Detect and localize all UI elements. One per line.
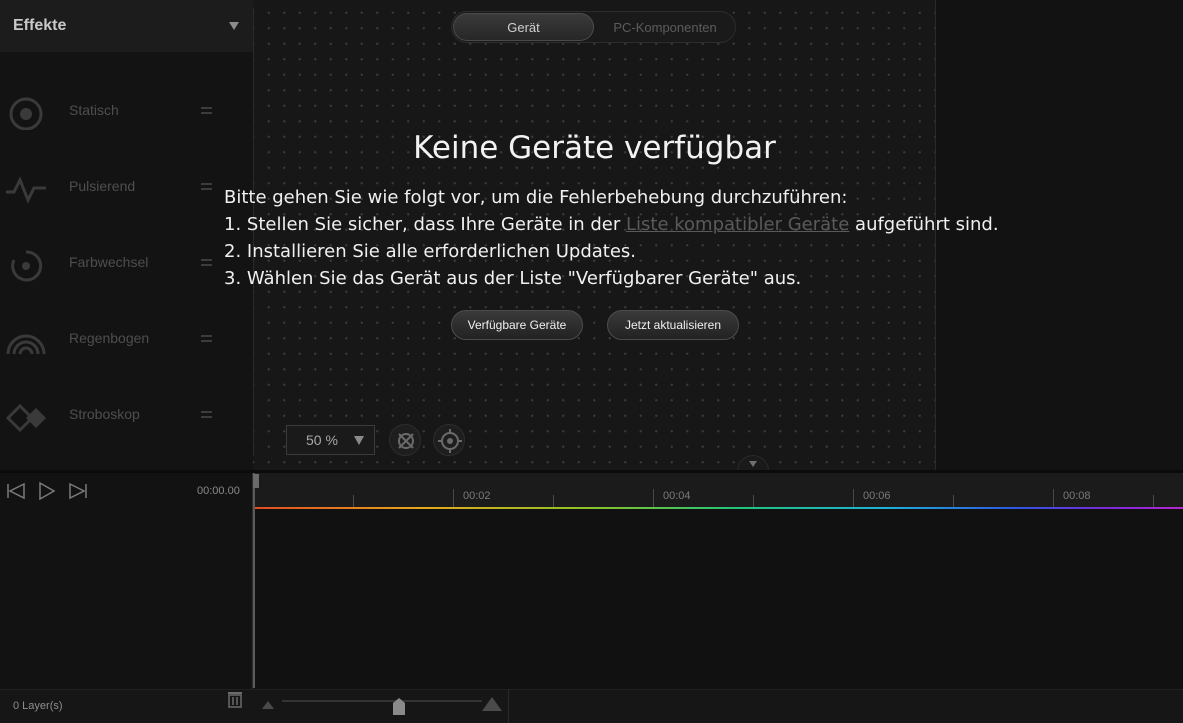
ruler-tick bbox=[953, 495, 954, 507]
tab-device[interactable]: Gerät bbox=[453, 13, 594, 41]
divider bbox=[508, 689, 509, 723]
effects-header[interactable]: Effekte bbox=[0, 0, 253, 52]
ruler-label: 00:02 bbox=[463, 490, 491, 502]
static-icon bbox=[9, 97, 43, 130]
timecode: 00:00.00 bbox=[197, 485, 240, 497]
compatible-devices-link[interactable]: Liste kompatibler Geräte bbox=[626, 214, 849, 235]
play-icon[interactable] bbox=[36, 480, 58, 502]
drag-handle-icon[interactable] bbox=[201, 106, 212, 114]
ruler-tick bbox=[853, 489, 854, 507]
instructions-step-2: 2. Installieren Sie alle erforderlichen … bbox=[224, 241, 637, 262]
zoom-select[interactable]: 50 % bbox=[286, 425, 375, 455]
no-devices-title: Keine Geräte verfügbar bbox=[413, 130, 776, 166]
playhead[interactable] bbox=[253, 473, 255, 688]
effect-label: Pulsierend bbox=[69, 178, 136, 194]
device-tab-switch: Gerät PC-Komponenten bbox=[451, 11, 736, 43]
effects-sidebar: Effekte Statisch Pulsierend Farbwechsel bbox=[0, 0, 253, 470]
reset-view-button[interactable] bbox=[389, 424, 421, 456]
update-now-button[interactable]: Jetzt aktualisieren bbox=[607, 310, 739, 340]
ruler-tick bbox=[1153, 495, 1154, 507]
effect-label: Statisch bbox=[69, 102, 119, 118]
ruler-tick bbox=[653, 489, 654, 507]
ruler-tick bbox=[553, 495, 554, 507]
timeline-ruler[interactable] bbox=[254, 473, 1183, 509]
zoom-out-icon[interactable] bbox=[262, 701, 274, 709]
step-1-text: 1. Stellen Sie sicher, dass Ihre Geräte … bbox=[224, 214, 626, 235]
ruler-label: 00:04 bbox=[663, 490, 691, 502]
available-devices-button[interactable]: Verfügbare Geräte bbox=[451, 310, 583, 340]
drag-handle-icon[interactable] bbox=[201, 182, 212, 190]
slider-thumb[interactable] bbox=[393, 698, 405, 715]
effect-item-pulse[interactable]: Pulsierend bbox=[0, 161, 253, 211]
troubleshooting-instructions: Bitte gehen Sie wie folgt vor, um die Fe… bbox=[224, 184, 999, 292]
ruler-tick bbox=[353, 495, 354, 507]
instructions-intro: Bitte gehen Sie wie folgt vor, um die Fe… bbox=[224, 187, 848, 208]
effects-title: Effekte bbox=[13, 17, 67, 34]
color-cycle-icon bbox=[11, 250, 43, 282]
timeline-zoom-slider[interactable] bbox=[282, 700, 482, 702]
drag-handle-icon[interactable] bbox=[201, 334, 212, 342]
timeline-layer-panel bbox=[0, 473, 253, 723]
strobe-icon bbox=[6, 403, 46, 433]
chevron-down-icon bbox=[749, 461, 757, 467]
crosshair-icon bbox=[438, 429, 462, 453]
effect-label: Stroboskop bbox=[69, 406, 140, 422]
skip-forward-icon[interactable] bbox=[68, 480, 90, 502]
effect-label: Farbwechsel bbox=[69, 254, 149, 270]
effect-label: Regenbogen bbox=[69, 330, 150, 346]
skip-back-icon[interactable] bbox=[4, 480, 26, 502]
zoom-in-icon[interactable] bbox=[482, 697, 502, 711]
center-view-button[interactable] bbox=[433, 424, 465, 456]
ruler-tick bbox=[753, 495, 754, 507]
step-1-text-end: aufgeführt sind. bbox=[849, 214, 999, 235]
timeline-bottom-bar bbox=[0, 689, 1183, 723]
layer-count: 0 Layer(s) bbox=[13, 700, 63, 712]
fit-icon bbox=[398, 433, 414, 449]
playhead-handle[interactable] bbox=[253, 474, 259, 488]
instructions-step-3: 3. Wählen Sie das Gerät aus der Liste "V… bbox=[224, 268, 802, 289]
rainbow-icon bbox=[6, 334, 46, 355]
drag-handle-icon[interactable] bbox=[201, 258, 212, 266]
effect-item-static[interactable]: Statisch bbox=[0, 85, 253, 135]
chevron-down-icon[interactable] bbox=[229, 22, 239, 30]
effect-item-color-cycle[interactable]: Farbwechsel bbox=[0, 237, 253, 287]
effect-item-rainbow[interactable]: Regenbogen bbox=[0, 313, 253, 363]
timeline-track-area[interactable] bbox=[254, 473, 1183, 723]
trash-icon[interactable] bbox=[225, 689, 245, 709]
ruler-tick bbox=[1053, 489, 1054, 507]
ruler-label: 00:08 bbox=[1063, 490, 1091, 502]
zoom-value: 50 % bbox=[306, 432, 338, 448]
ruler-label: 00:06 bbox=[863, 490, 891, 502]
drag-handle-icon[interactable] bbox=[201, 410, 212, 418]
ruler-tick bbox=[453, 489, 454, 507]
chevron-down-icon bbox=[354, 436, 364, 445]
pulse-icon bbox=[6, 176, 46, 204]
effect-item-strobe[interactable]: Stroboskop bbox=[0, 389, 253, 439]
ruler-color-line bbox=[254, 507, 1183, 509]
instructions-step-1: 1. Stellen Sie sicher, dass Ihre Geräte … bbox=[224, 211, 999, 238]
tab-pc-components[interactable]: PC-Komponenten bbox=[595, 13, 735, 41]
